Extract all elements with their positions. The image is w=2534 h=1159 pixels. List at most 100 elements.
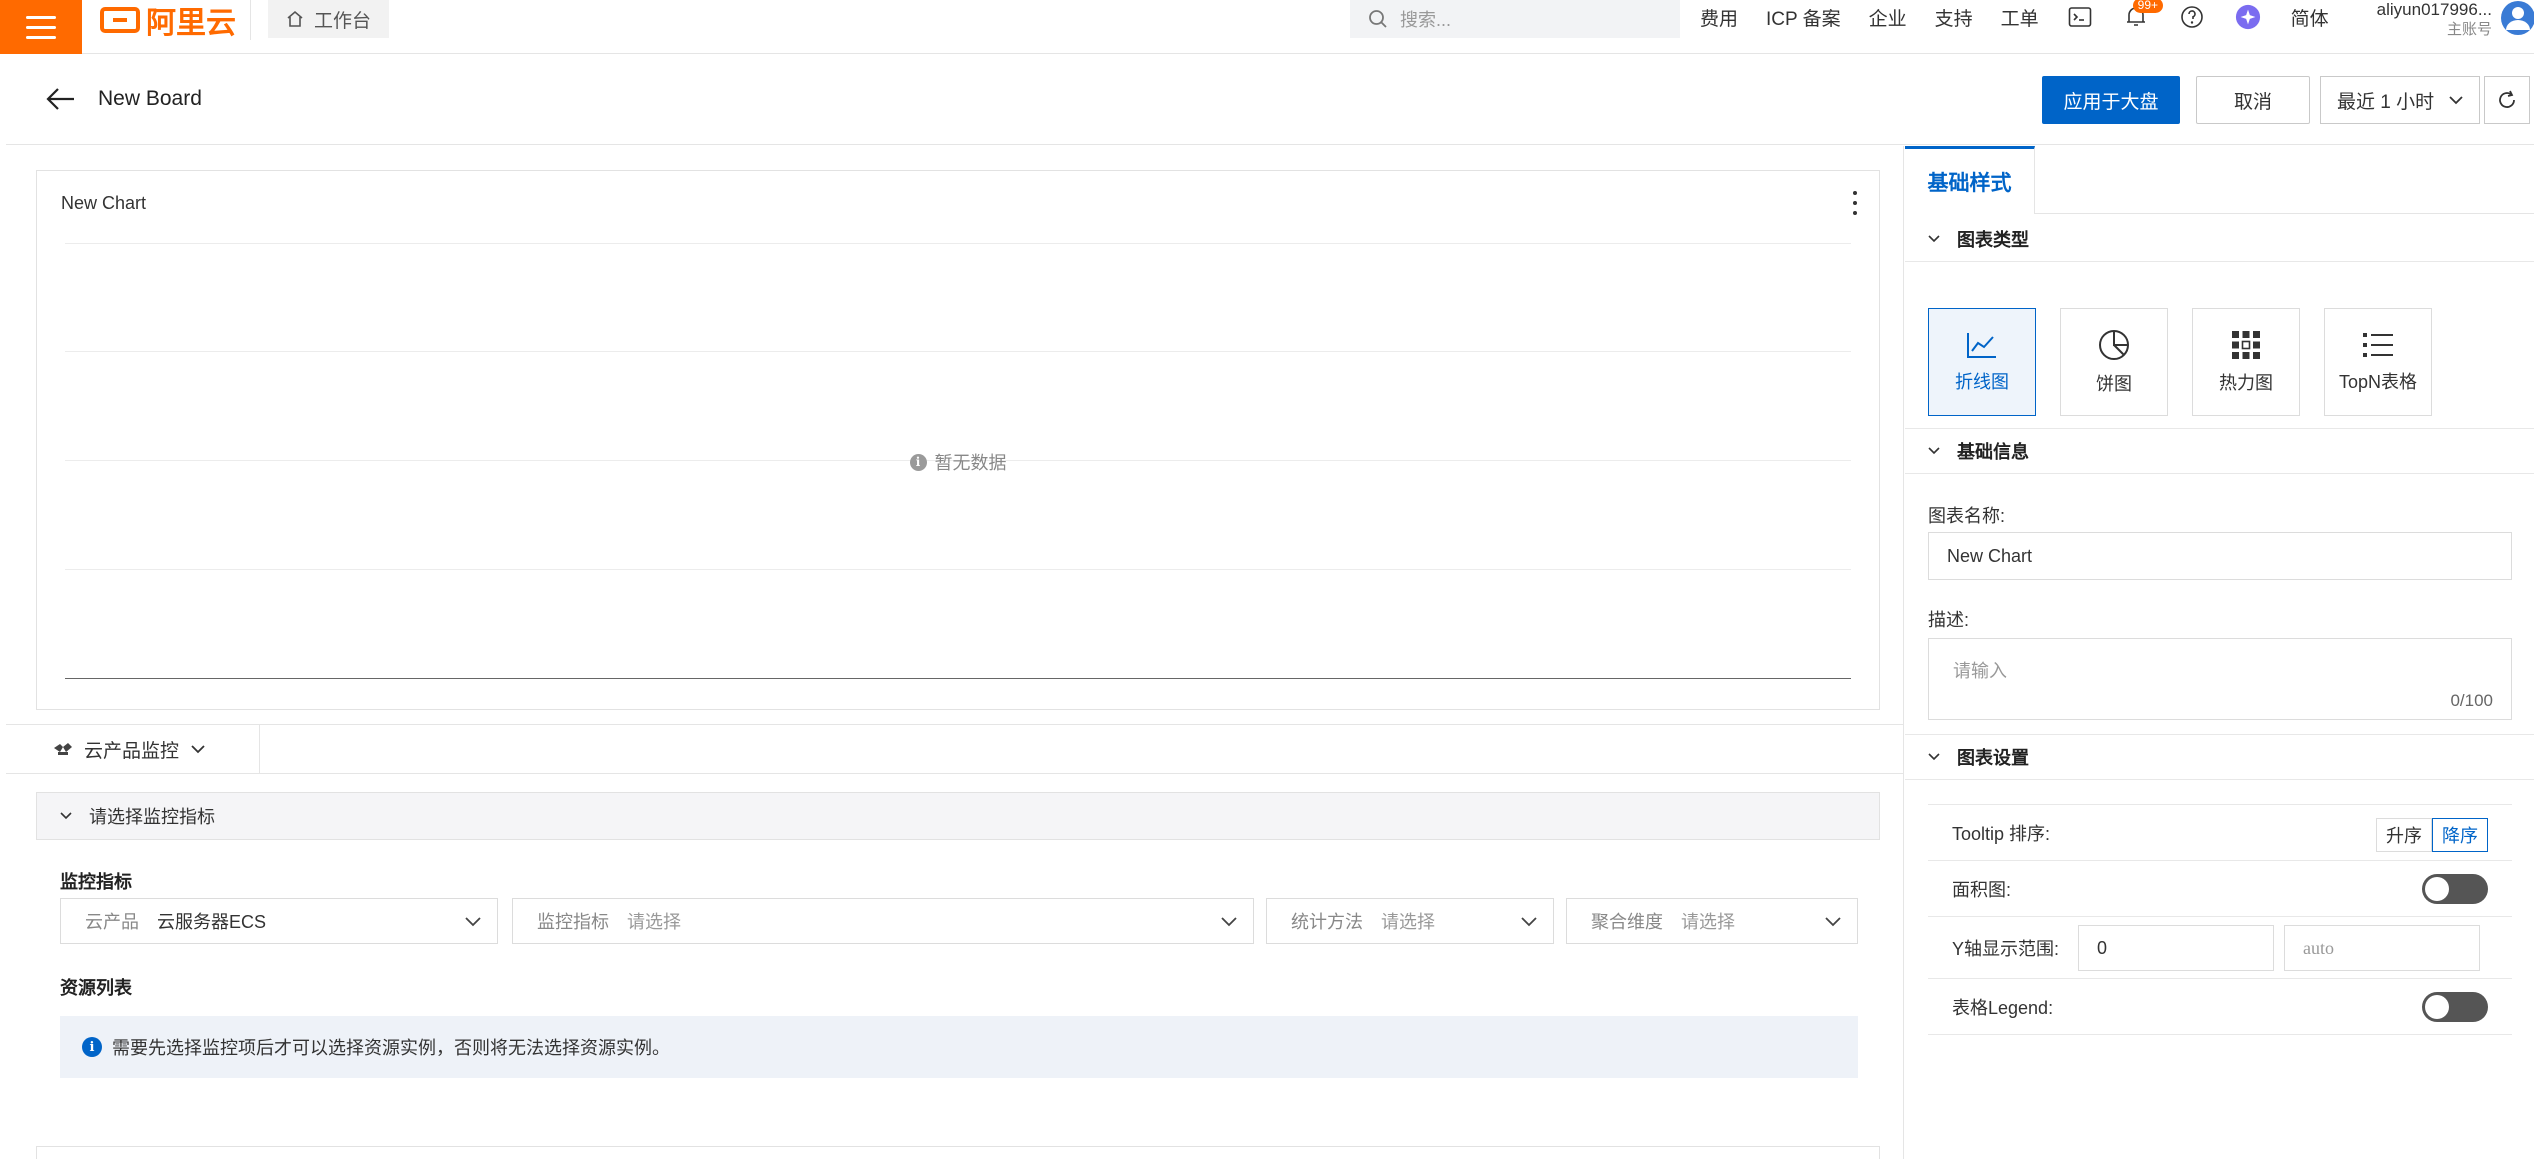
y-axis-max-input[interactable]: auto (2284, 925, 2480, 971)
back-arrow-icon[interactable] (44, 85, 76, 113)
basic-info-section-header[interactable]: 基础信息 (1905, 428, 2534, 474)
global-search[interactable]: 搜索... (1350, 0, 1680, 38)
sort-ascending-button[interactable]: 升序 (2376, 818, 2432, 852)
cancel-button[interactable]: 取消 (2196, 76, 2310, 124)
chart-title: New Chart (61, 193, 147, 213)
time-range-value: 最近 1 小时 (2337, 91, 2435, 113)
account-name: aliyun017996... (2376, 0, 2492, 19)
notification-badge: 99+ (2132, 0, 2164, 13)
search-icon (1369, 10, 1387, 28)
chevron-down-icon (191, 745, 205, 754)
bell-icon[interactable]: 99+ (2123, 0, 2164, 30)
dimension-placeholder: 请选择 (1681, 912, 1735, 932)
chart-type-pie[interactable]: 饼图 (2060, 308, 2168, 416)
chevron-down-icon (1221, 917, 1237, 927)
pie-chart-icon (2099, 330, 2129, 360)
y-axis-range-row: Y轴显示范围: 0 auto (1928, 917, 2512, 979)
metric-placeholder: 请选择 (627, 912, 681, 932)
more-options-icon[interactable] (1851, 191, 1859, 215)
chart-type-section-header[interactable]: 图表类型 (1905, 216, 2534, 262)
chevron-down-icon (1928, 753, 1940, 761)
panel-tabs: 基础样式 (1905, 146, 2534, 214)
product-label: 云产品 (85, 912, 139, 932)
page-title: New Board (98, 87, 202, 110)
tab-basic-style[interactable]: 基础样式 (1905, 146, 2035, 214)
chevron-down-icon (1825, 917, 1841, 927)
nav-enterprise[interactable]: 企业 (1869, 4, 1907, 31)
chart-name-value: New Chart (1947, 545, 2033, 566)
terminal-icon[interactable] (2067, 4, 2093, 30)
chart-type-label: 热力图 (2219, 373, 2273, 393)
refresh-button[interactable] (2484, 76, 2530, 124)
area-chart-label: 面积图: (1952, 879, 2012, 900)
metric-section-header[interactable]: 请选择监控指标 (36, 792, 1880, 840)
method-placeholder: 请选择 (1381, 912, 1435, 932)
chart-type-label: TopN表格 (2338, 372, 2418, 392)
chart-name-label: 图表名称: (1928, 506, 2006, 526)
avatar[interactable] (2496, 0, 2534, 36)
nav-icp[interactable]: ICP 备案 (1766, 4, 1841, 31)
resource-list-label: 资源列表 (60, 978, 132, 998)
y-axis-max-placeholder: auto (2303, 937, 2334, 958)
y-axis-min-value: 0 (2097, 937, 2108, 958)
table-legend-row: 表格Legend: (1928, 979, 2512, 1035)
chart-preview-card: New Chart i 暂无数据 (36, 170, 1880, 710)
chart-gridline (65, 243, 1851, 244)
statistic-method-select[interactable]: 统计方法 请选择 (1266, 898, 1554, 944)
chart-gridline (65, 569, 1851, 570)
nav-support[interactable]: 支持 (1935, 4, 1973, 31)
chevron-down-icon (1928, 234, 1940, 242)
chart-settings-section-header[interactable]: 图表设置 (1905, 734, 2534, 780)
account-type: 主账号 (2446, 21, 2492, 38)
workbench-label: 工作台 (314, 10, 372, 32)
sort-descending-button[interactable]: 降序 (2432, 818, 2488, 852)
next-card-edge (36, 1146, 1880, 1159)
nav-ticket[interactable]: 工单 (2001, 4, 2039, 31)
cloud-monitor-icon (54, 743, 72, 755)
tooltip-sort-row: Tooltip 排序: 升序 降序 (1928, 805, 2512, 861)
basic-info-section-title: 基础信息 (1957, 442, 2029, 462)
product-value: 云服务器ECS (157, 912, 267, 932)
divider (250, 0, 251, 40)
resource-notice: i 需要先选择监控项后才可以选择资源实例，否则将无法选择资源实例。 (60, 1016, 1858, 1078)
style-panel: 基础样式 图表类型 折线图 饼图 热力图 TopN表格 基础信息 图表名称: N… (1905, 146, 2534, 1159)
chart-name-input[interactable]: New Chart (1928, 532, 2512, 580)
chart-type-topn-table[interactable]: TopN表格 (2324, 308, 2432, 416)
account-info[interactable]: aliyun017996... 主账号 (2362, 0, 2492, 40)
chevron-down-icon (1521, 917, 1537, 927)
chart-x-axis (65, 678, 1851, 679)
time-range-select[interactable]: 最近 1 小时 (2320, 76, 2480, 124)
dimension-label: 聚合维度 (1591, 912, 1663, 932)
data-source-select[interactable]: 云产品监控 (6, 725, 260, 773)
ai-assistant-icon[interactable] (2235, 4, 2261, 30)
product-select[interactable]: 云产品 云服务器ECS (60, 898, 498, 944)
workbench-button[interactable]: 工作台 (268, 0, 390, 38)
table-legend-switch[interactable] (2422, 992, 2488, 1022)
chevron-down-icon (60, 812, 72, 820)
heatmap-icon (2232, 331, 2260, 359)
area-chart-switch[interactable] (2422, 874, 2488, 904)
info-icon: i (909, 453, 927, 471)
chevron-down-icon (2449, 96, 2463, 105)
method-label: 统计方法 (1291, 912, 1363, 932)
menu-icon[interactable] (0, 0, 82, 54)
help-icon[interactable] (2179, 4, 2205, 30)
aliyun-logo[interactable]: 阿里云 (100, 0, 236, 40)
y-axis-min-input[interactable]: 0 (2078, 925, 2274, 971)
metric-label: 监控指标 (60, 872, 132, 892)
chart-type-line[interactable]: 折线图 (1928, 308, 2036, 416)
empty-state-text: 暂无数据 (934, 453, 1007, 473)
chart-type-label: 折线图 (1955, 372, 2009, 392)
language-switch[interactable]: 简体 (2291, 4, 2329, 31)
chart-type-section-title: 图表类型 (1957, 229, 2029, 250)
metric-select[interactable]: 监控指标 请选择 (512, 898, 1254, 944)
description-char-count: 0/100 (2450, 691, 2493, 710)
metric-field-label: 监控指标 (537, 912, 609, 932)
apply-to-board-button[interactable]: 应用于大盘 (2042, 76, 2180, 124)
search-placeholder: 搜索... (1400, 10, 1452, 30)
chart-type-heatmap[interactable]: 热力图 (2192, 308, 2300, 416)
nav-billing[interactable]: 费用 (1700, 4, 1738, 31)
chevron-down-icon (1928, 447, 1940, 455)
aggregation-dimension-select[interactable]: 聚合维度 请选择 (1566, 898, 1858, 944)
description-textarea[interactable]: 请输入 0/100 (1928, 638, 2512, 720)
